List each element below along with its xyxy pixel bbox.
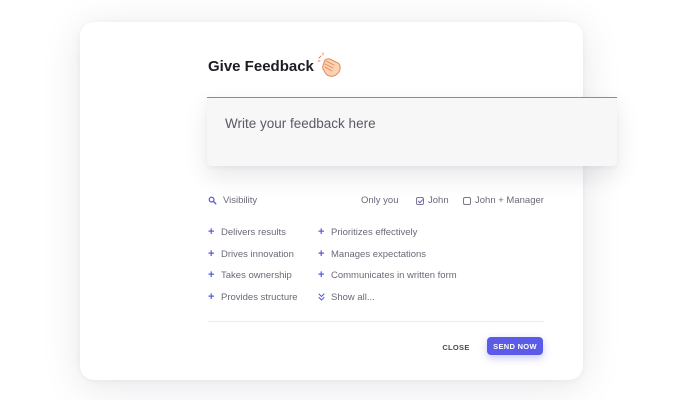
trait-manages-expectations[interactable]: + Manages expectations xyxy=(318,248,427,261)
trait-communicates-written[interactable]: + Communicates in written form xyxy=(318,269,457,282)
trait-label: Manages expectations xyxy=(331,249,427,260)
show-all-link[interactable]: Show all... xyxy=(318,292,375,303)
plus-icon: + xyxy=(208,291,215,303)
plus-icon: + xyxy=(208,269,215,281)
feedback-input[interactable] xyxy=(225,116,595,131)
visibility-option-only-you[interactable]: Only you xyxy=(361,195,399,206)
trait-label: Drives innovation xyxy=(221,249,294,260)
trait-drives-innovation[interactable]: + Drives innovation xyxy=(208,248,294,261)
checkbox-checked-icon xyxy=(416,196,424,205)
visibility-row: Visibility Only you John John + Manager xyxy=(208,195,544,209)
close-button[interactable]: CLOSE xyxy=(438,340,474,354)
plus-icon: + xyxy=(318,248,325,260)
visibility-label: Visibility xyxy=(223,195,258,206)
plus-icon: + xyxy=(318,226,325,238)
visibility-option-john-manager[interactable]: John + Manager xyxy=(463,195,544,206)
send-now-button[interactable]: SEND NOW xyxy=(487,337,543,355)
option-label: John + Manager xyxy=(475,195,544,206)
plus-icon: + xyxy=(208,226,215,238)
divider xyxy=(208,321,544,322)
trait-delivers-results[interactable]: + Delivers results xyxy=(208,226,286,239)
trait-label: Provides structure xyxy=(221,292,298,303)
trait-provides-structure[interactable]: + Provides structure xyxy=(208,291,298,304)
visibility-search-icon xyxy=(208,196,217,205)
plus-icon: + xyxy=(318,269,325,281)
trait-label: Delivers results xyxy=(221,227,286,238)
visibility-option-john[interactable]: John xyxy=(416,195,449,206)
option-label: Only you xyxy=(361,195,399,206)
trait-takes-ownership[interactable]: + Takes ownership xyxy=(208,269,292,282)
page-title: Give Feedback xyxy=(208,58,314,75)
show-all-label: Show all... xyxy=(331,292,375,303)
visibility-label-group: Visibility xyxy=(208,195,257,206)
checkbox-icon xyxy=(463,196,471,205)
option-label: John xyxy=(428,195,449,206)
trait-label: Takes ownership xyxy=(221,270,292,281)
trait-label: Communicates in written form xyxy=(331,270,457,281)
plus-icon: + xyxy=(208,248,215,260)
feedback-textbox xyxy=(207,97,617,166)
trait-prioritizes-effectively[interactable]: + Prioritizes effectively xyxy=(318,226,418,239)
double-chevron-down-icon xyxy=(318,292,325,303)
trait-label: Prioritizes effectively xyxy=(331,227,418,238)
clapping-hands-icon xyxy=(317,52,341,77)
